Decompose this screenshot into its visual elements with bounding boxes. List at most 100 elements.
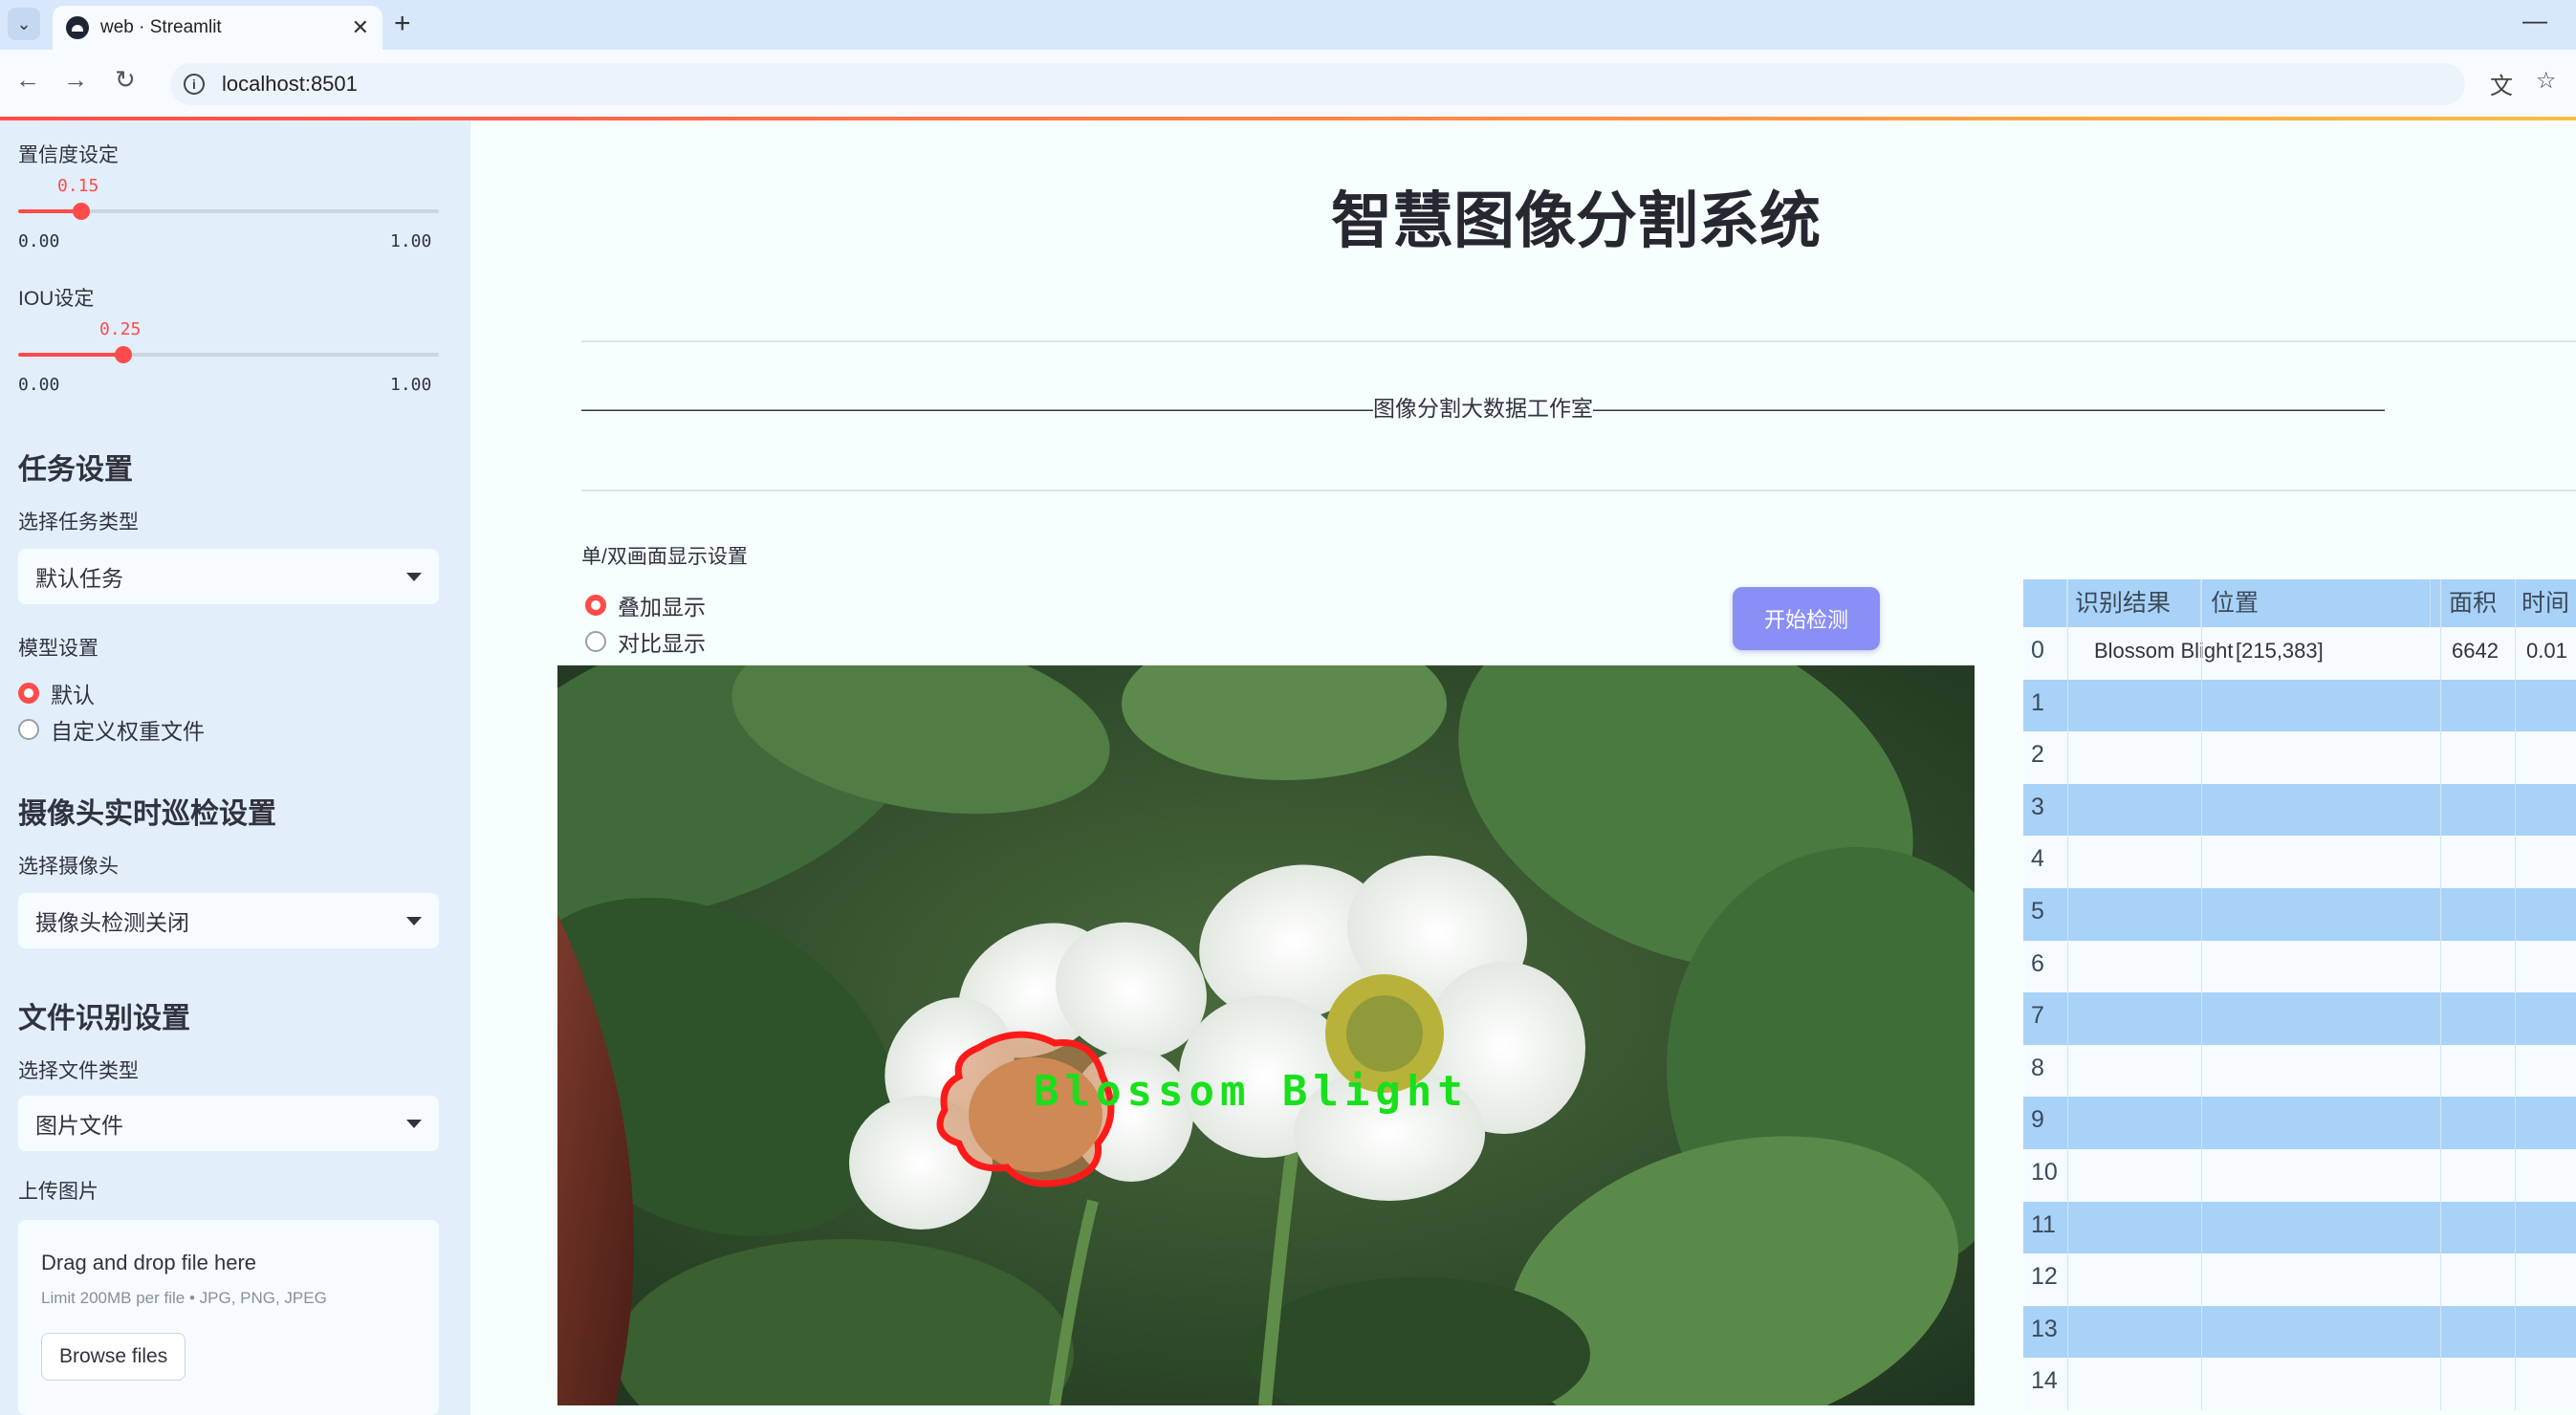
- file-uploader-dropzone[interactable]: Drag and drop file here Limit 200MB per …: [18, 1220, 439, 1415]
- cell-area: 6642: [2452, 639, 2499, 663]
- table-row[interactable]: 12: [2023, 1253, 2576, 1306]
- detection-image: Blossom Blight: [557, 665, 1975, 1405]
- display-mode-label: 单/双画面显示设置: [581, 546, 748, 568]
- chevron-down-icon: [406, 572, 422, 581]
- task-type-select[interactable]: 默认任务: [18, 549, 439, 604]
- chevron-down-icon: [406, 916, 422, 925]
- row-index: 8: [2031, 1054, 2044, 1081]
- iou-slider-thumb[interactable]: [115, 346, 132, 363]
- window-minimize-button[interactable]: —: [2522, 6, 2547, 35]
- file-type-label: 选择文件类型: [18, 1060, 139, 1082]
- browser-toolbar: ← → ↻ i localhost:8501 文 ☆: [0, 50, 2576, 117]
- display-radio-compare[interactable]: 对比显示: [585, 625, 706, 658]
- reload-icon[interactable]: ↻: [115, 65, 136, 95]
- column-separator: [2201, 579, 2202, 1410]
- camera-select[interactable]: 摄像头检测关闭: [18, 893, 439, 948]
- file-type-select[interactable]: 图片文件: [18, 1096, 439, 1151]
- column-separator: [2515, 579, 2516, 1410]
- cell-result: Blossom Blight: [2094, 639, 2234, 663]
- table-row[interactable]: 4: [2023, 836, 2576, 888]
- browse-files-button[interactable]: Browse files: [41, 1333, 186, 1381]
- header-index-cell: [2023, 579, 2067, 627]
- chevron-down-icon: [406, 1119, 422, 1128]
- site-info-icon[interactable]: i: [184, 74, 205, 95]
- row-index: 5: [2031, 898, 2044, 925]
- radio-selected-icon: [18, 683, 39, 704]
- row-index: 7: [2031, 1002, 2044, 1030]
- camera-select-label: 选择摄像头: [18, 856, 119, 878]
- task-type-label: 选择任务类型: [18, 512, 139, 533]
- row-index: 3: [2031, 793, 2044, 820]
- iou-slider[interactable]: [18, 346, 439, 363]
- address-bar[interactable]: i localhost:8501: [170, 63, 2465, 105]
- radio-unselected-icon: [585, 631, 606, 652]
- radio-unselected-icon: [18, 719, 39, 740]
- row-index: 6: [2031, 949, 2044, 977]
- url-text: localhost:8501: [222, 72, 358, 96]
- back-arrow-icon[interactable]: ←: [15, 65, 40, 95]
- table-row[interactable]: 14: [2023, 1358, 2576, 1410]
- tab-close-icon[interactable]: ✕: [352, 15, 369, 40]
- table-row[interactable]: 6: [2023, 940, 2576, 993]
- display-radio-overlay[interactable]: 叠加显示: [585, 589, 706, 621]
- confidence-slider[interactable]: [18, 203, 439, 220]
- row-index: 4: [2031, 845, 2044, 873]
- camera-value: 摄像头检测关闭: [35, 910, 189, 935]
- row-index: 0: [2031, 637, 2044, 664]
- column-separator: [2440, 579, 2441, 1410]
- confidence-slider-thumb[interactable]: [73, 203, 90, 220]
- confidence-label: 置信度设定: [18, 144, 119, 166]
- tab-list-chevron-icon[interactable]: ⌄: [8, 8, 40, 40]
- header-area[interactable]: 面积: [2449, 579, 2516, 627]
- row-index: 9: [2031, 1106, 2044, 1134]
- start-detection-button[interactable]: 开始检测: [1733, 587, 1880, 650]
- row-index: 14: [2031, 1367, 2058, 1395]
- browser-tab[interactable]: web · Streamlit ✕: [53, 6, 382, 50]
- table-row[interactable]: 3: [2023, 783, 2576, 837]
- display-option-compare: 对比显示: [618, 631, 706, 656]
- browser-tab-bar: ⌄ web · Streamlit ✕ + —: [0, 0, 2576, 50]
- table-header: 识别结果 位置 面积 时间: [2023, 579, 2576, 627]
- table-row[interactable]: 11: [2023, 1201, 2576, 1254]
- tab-title: web · Streamlit: [100, 17, 222, 37]
- row-index: 1: [2031, 688, 2044, 716]
- divider-top: [581, 340, 2576, 342]
- new-tab-button[interactable]: +: [394, 8, 411, 40]
- model-settings-label: 模型设置: [18, 638, 98, 660]
- translate-icon[interactable]: 文: [2490, 67, 2513, 100]
- table-row[interactable]: 0 Blossom Blight [215,383] 6642 0.01: [2023, 627, 2576, 680]
- table-row[interactable]: 2: [2023, 731, 2576, 784]
- task-type-value: 默认任务: [35, 566, 123, 591]
- header-result[interactable]: 识别结果: [2075, 579, 2201, 627]
- table-row[interactable]: 8: [2023, 1044, 2576, 1098]
- file-settings-heading: 文件识别设置: [18, 1003, 190, 1034]
- cell-time: 0.01: [2526, 639, 2567, 663]
- confidence-max: 1.00: [390, 231, 432, 251]
- cell-position: [215,383]: [2236, 639, 2324, 663]
- row-index: 2: [2031, 741, 2044, 769]
- forward-arrow-icon[interactable]: →: [63, 65, 88, 95]
- page-title: 智慧图像分割系统: [1331, 186, 1821, 255]
- iou-min: 0.00: [18, 375, 60, 395]
- confidence-min: 0.00: [18, 231, 60, 251]
- table-row[interactable]: 9: [2023, 1097, 2576, 1149]
- table-row[interactable]: 1: [2023, 679, 2576, 732]
- table-row[interactable]: 13: [2023, 1305, 2576, 1359]
- model-radio-default[interactable]: 默认: [18, 677, 95, 709]
- table-row[interactable]: 10: [2023, 1149, 2576, 1202]
- sidebar: 置信度设定 0.15 0.00 1.00 IOU设定 0.25 0.00 1.0…: [0, 120, 470, 1415]
- header-time[interactable]: 时间: [2521, 579, 2576, 627]
- iou-label: IOU设定: [18, 288, 95, 310]
- row-index: 13: [2031, 1315, 2058, 1342]
- header-position[interactable]: 位置: [2211, 579, 2431, 627]
- radio-selected-icon: [585, 595, 606, 616]
- model-option-default: 默认: [51, 683, 95, 708]
- bookmark-star-icon[interactable]: ☆: [2536, 67, 2557, 95]
- table-row[interactable]: 5: [2023, 888, 2576, 941]
- table-row[interactable]: 7: [2023, 992, 2576, 1045]
- model-radio-custom[interactable]: 自定义权重文件: [18, 713, 205, 746]
- model-option-custom: 自定义权重文件: [51, 719, 205, 744]
- row-index: 11: [2031, 1210, 2056, 1238]
- row-index: 12: [2031, 1263, 2058, 1291]
- confidence-value: 0.15: [57, 176, 99, 196]
